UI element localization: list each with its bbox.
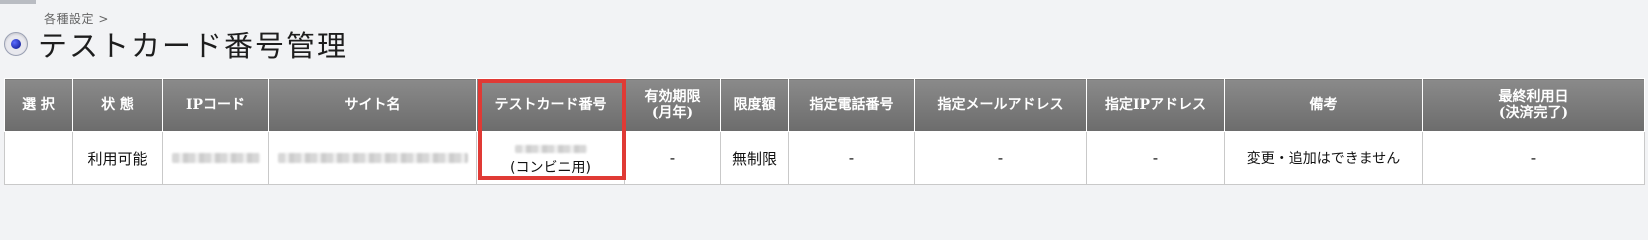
table-row[interactable]: 利用可能 (コンビニ用) - 無制限 - - - 変更・追加はできません -: [4, 131, 1645, 185]
redacted-site-name: [277, 153, 468, 163]
expiry-header-line2: (月年): [651, 105, 694, 121]
expiry-header-line1: 有効期限: [644, 89, 701, 105]
cell-email: -: [914, 131, 1087, 185]
cell-phone: -: [788, 131, 915, 185]
cell-ip-address: -: [1086, 131, 1225, 185]
col-header-ip-address: 指定IPアドレス: [1086, 78, 1225, 132]
col-header-select: 選 択: [4, 78, 73, 132]
cell-last-used: -: [1422, 131, 1645, 185]
test-card-table: 選 択 状 態 IPコード サイト名 テストカード番号 有効期限 (月年) 限度…: [4, 78, 1645, 185]
col-header-last-used: 最終利用日 (決済完了): [1422, 78, 1645, 132]
cell-test-card-number: (コンビニ用): [476, 131, 625, 185]
col-header-status: 状 態: [72, 78, 163, 132]
cell-expiry: -: [624, 131, 721, 185]
col-header-test-card-number: テストカード番号: [476, 78, 625, 132]
last-used-header-line2: (決済完了): [1498, 105, 1569, 121]
radio-bullet-icon: [4, 32, 28, 56]
corner-tab: [0, 0, 36, 4]
col-header-note: 備考: [1224, 78, 1423, 132]
col-header-site-name: サイト名: [268, 78, 477, 132]
cell-status: 利用可能: [72, 131, 163, 185]
cell-select[interactable]: [4, 131, 73, 185]
col-header-email: 指定メールアドレス: [914, 78, 1087, 132]
cell-site-name: [268, 131, 477, 185]
col-header-ip-code: IPコード: [162, 78, 269, 132]
radio-dot: [11, 39, 21, 49]
last-used-header-line1: 最終利用日: [1498, 89, 1569, 105]
col-header-expiry: 有効期限 (月年): [624, 78, 721, 132]
redacted-card-number: [514, 145, 587, 153]
cell-ip-code: [162, 131, 269, 185]
page-title: テストカード番号管理: [38, 29, 349, 63]
table-header-row: 選 択 状 態 IPコード サイト名 テストカード番号 有効期限 (月年) 限度…: [4, 78, 1645, 132]
redacted-ip-code: [171, 153, 260, 163]
col-header-phone: 指定電話番号: [788, 78, 915, 132]
col-header-limit: 限度額: [720, 78, 789, 132]
card-type-label: (コンビニ用): [510, 160, 591, 176]
cell-limit: 無制限: [720, 131, 789, 185]
title-row: テストカード番号管理: [4, 24, 348, 64]
cell-note: 変更・追加はできません: [1224, 131, 1423, 185]
